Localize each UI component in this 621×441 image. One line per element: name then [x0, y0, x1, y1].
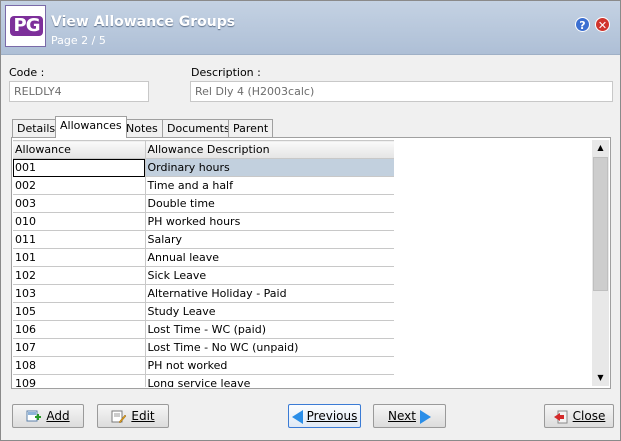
app-logo: PG — [5, 5, 46, 47]
edit-icon — [111, 410, 127, 423]
allowance-description-cell[interactable]: Alternative Holiday - Paid — [145, 284, 394, 303]
allowance-groups-window: PG View Allowance Groups Page 2 / 5 ? ✕ … — [0, 0, 621, 441]
code-field[interactable]: RELDLY4 — [9, 81, 149, 102]
previous-button[interactable]: Previous — [288, 404, 361, 428]
next-button-label: Next — [388, 409, 416, 423]
allowance-description-cell[interactable]: PH worked hours — [145, 212, 394, 231]
table-row[interactable]: 010 PH worked hours — [13, 212, 394, 231]
tab-documents[interactable]: Documents — [162, 119, 235, 137]
table-row[interactable]: 103 Alternative Holiday - Paid — [13, 284, 394, 303]
next-button[interactable]: Next — [373, 404, 446, 428]
header-bar: PG View Allowance Groups Page 2 / 5 ? ✕ — [1, 1, 620, 55]
table-row[interactable]: 106 Lost Time - WC (paid) — [13, 320, 394, 339]
allowance-description-cell[interactable]: Salary — [145, 230, 394, 249]
edit-button[interactable]: Edit — [97, 404, 169, 428]
table-row[interactable]: 102 Sick Leave — [13, 266, 394, 285]
allowance-code-cell[interactable]: 011 — [13, 230, 146, 249]
column-header-description[interactable]: Allowance Description — [145, 140, 394, 159]
add-icon — [26, 410, 42, 421]
allowances-grid: Allowance Allowance Description 001 Ordin… — [13, 140, 394, 387]
table-row[interactable]: 002 Time and a half — [13, 176, 394, 195]
allowance-description-cell[interactable]: Sick Leave — [145, 266, 394, 285]
tab-details[interactable]: Details — [12, 119, 61, 137]
help-icon[interactable]: ? — [575, 17, 590, 32]
edit-button-label: Edit — [131, 409, 155, 423]
add-button-label: Add — [46, 409, 70, 423]
close-button[interactable]: Close — [544, 404, 614, 428]
allowance-description-cell[interactable]: PH not worked — [145, 356, 394, 375]
allowance-description-cell[interactable]: Lost Time - WC (paid) — [145, 320, 394, 339]
scrollbar-thumb[interactable] — [593, 157, 608, 291]
description-field[interactable]: Rel Dly 4 (H2003calc) — [190, 81, 613, 102]
code-label: Code : — [9, 66, 45, 79]
allowance-code-cell[interactable]: 103 — [13, 284, 146, 303]
previous-button-label: Previous — [306, 409, 358, 423]
exit-icon — [553, 410, 568, 423]
allowance-description-cell[interactable]: Ordinary hours — [145, 158, 394, 177]
table-row[interactable]: 101 Annual leave — [13, 248, 394, 267]
add-button[interactable]: Add — [12, 404, 84, 428]
allowance-code-cell[interactable]: 108 — [13, 356, 146, 375]
allowance-code-cell[interactable]: 001 — [13, 158, 146, 177]
table-row[interactable]: 001 Ordinary hours — [13, 158, 394, 177]
allowance-description-cell[interactable]: Annual leave — [145, 248, 394, 267]
table-row[interactable]: 108 PH not worked — [13, 356, 394, 375]
allowance-description-cell[interactable]: Study Leave — [145, 302, 394, 321]
allowance-code-cell[interactable]: 106 — [13, 320, 146, 339]
table-row[interactable]: 105 Study Leave — [13, 302, 394, 321]
arrow-left-icon — [291, 409, 303, 424]
close-button-label: Close — [572, 409, 606, 423]
tab-parent[interactable]: Parent — [228, 119, 274, 137]
page-title: View Allowance Groups — [51, 14, 236, 30]
allowance-code-cell[interactable]: 002 — [13, 176, 146, 195]
allowance-code-cell[interactable]: 003 — [13, 194, 146, 213]
allowance-code-cell[interactable]: 102 — [13, 266, 146, 285]
allowance-description-cell[interactable]: Long service leave — [145, 374, 394, 387]
close-icon[interactable]: ✕ — [595, 17, 610, 32]
table-row[interactable]: 107 Lost Time - No WC (unpaid) — [13, 338, 394, 357]
table-row[interactable]: 011 Salary — [13, 230, 394, 249]
column-header-allowance[interactable]: Allowance — [13, 140, 146, 159]
table-row[interactable]: 003 Double time — [13, 194, 394, 213]
vertical-scrollbar[interactable]: ▲ ▼ — [592, 140, 609, 386]
allowance-description-cell[interactable]: Lost Time - No WC (unpaid) — [145, 338, 394, 357]
description-label: Description : — [191, 66, 261, 79]
arrow-right-icon — [419, 409, 431, 424]
allowance-code-cell[interactable]: 101 — [13, 248, 146, 267]
allowance-description-cell[interactable]: Time and a half — [145, 176, 394, 195]
allowance-description-cell[interactable]: Double time — [145, 194, 394, 213]
tab-notes[interactable]: Notes — [121, 119, 163, 137]
allowances-panel: Allowance Allowance Description 001 Ordin… — [11, 137, 611, 389]
table-row[interactable]: 109 Long service leave — [13, 374, 394, 387]
scroll-down-icon[interactable]: ▼ — [592, 370, 609, 386]
allowance-code-cell[interactable]: 107 — [13, 338, 146, 357]
scroll-up-icon[interactable]: ▲ — [592, 140, 609, 156]
allowance-code-cell[interactable]: 105 — [13, 302, 146, 321]
logo-text: PG — [10, 16, 43, 36]
allowance-code-cell[interactable]: 010 — [13, 212, 146, 231]
allowance-code-cell[interactable]: 109 — [13, 374, 146, 387]
tab-allowances[interactable]: Allowances — [55, 116, 127, 138]
page-indicator: Page 2 / 5 — [51, 34, 106, 47]
